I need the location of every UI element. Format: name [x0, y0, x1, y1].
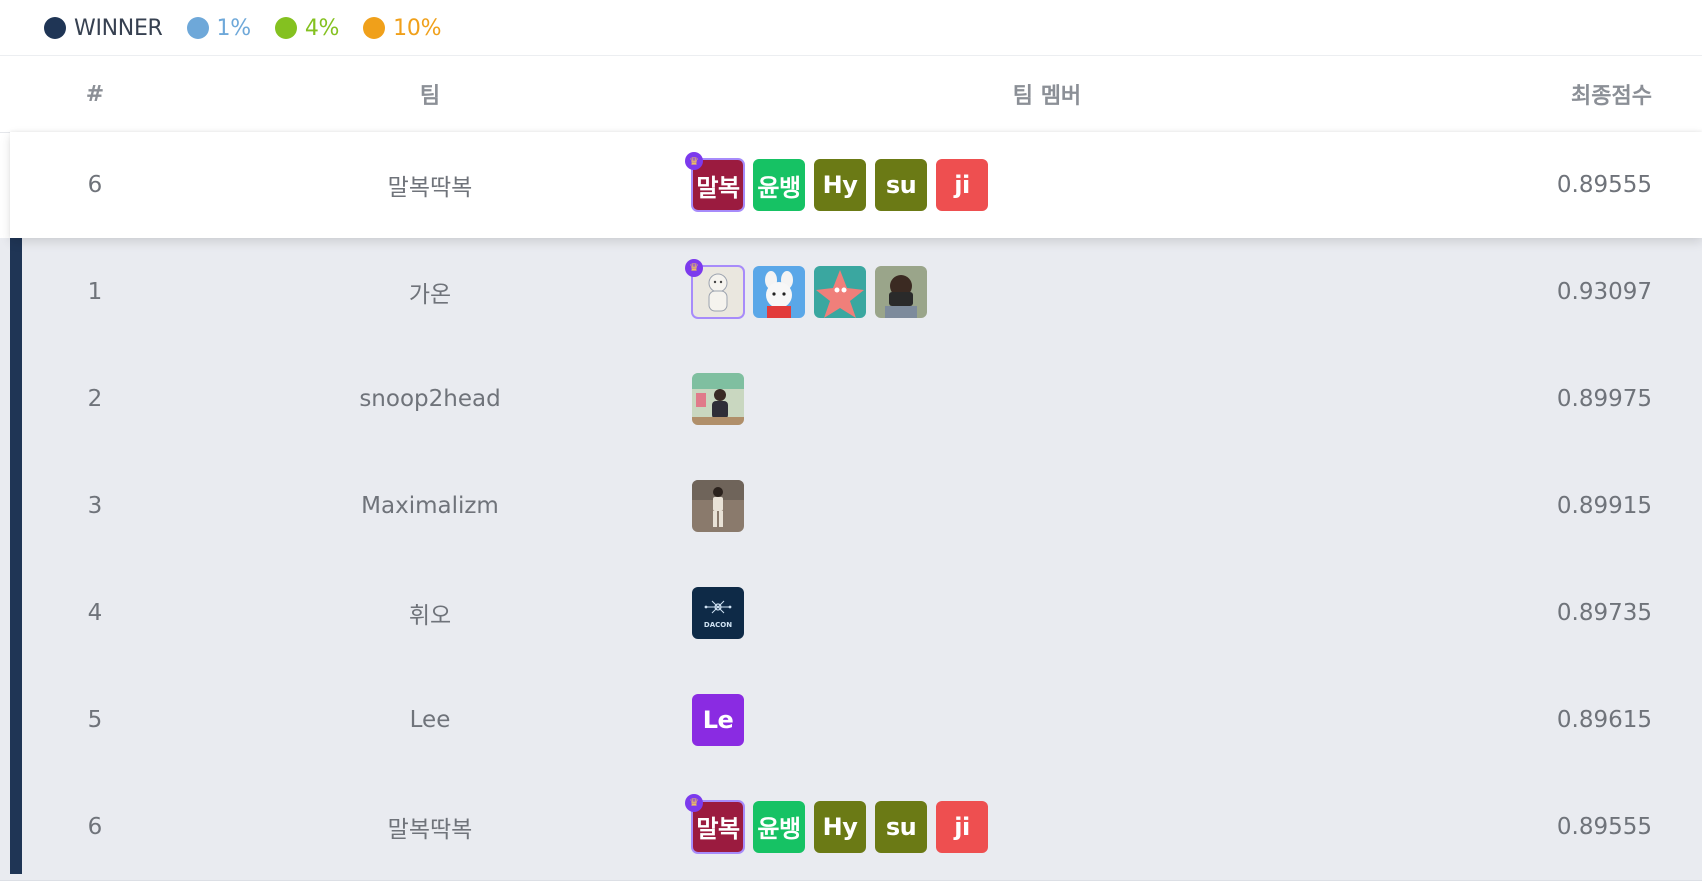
crown-icon: ♛: [685, 258, 703, 277]
member-avatar[interactable]: Le: [692, 693, 744, 746]
legend-label: 1%: [216, 15, 252, 41]
rank-cell: 6: [87, 172, 103, 198]
member-initials: su: [885, 171, 917, 199]
bear-figure-photo-icon[interactable]: ♛: [685, 258, 745, 319]
white-rabbit-photo-icon[interactable]: [753, 265, 805, 318]
top-1-percent-dot-icon: [186, 17, 209, 39]
table-row[interactable]: 1 가온 ♛ 0.93097: [0, 238, 1702, 346]
member-initials: Hy: [822, 812, 858, 841]
legend-top-4-percent: 4%: [274, 15, 340, 41]
table-row[interactable]: 4 휘오 DACON 0.89735: [0, 559, 1702, 667]
team-members: DACON: [692, 559, 1402, 666]
member-initials: Le: [702, 705, 734, 734]
rank-cell: 3: [87, 492, 103, 519]
score-cell: 0.89555: [1556, 813, 1652, 840]
header-team: 팀: [419, 84, 441, 109]
rank-cell: 2: [87, 385, 103, 412]
member-avatar[interactable]: 윤뱅: [753, 800, 805, 853]
top-10-percent-dot-icon: [363, 17, 386, 39]
person-street-photo-icon[interactable]: [692, 372, 744, 425]
score-cell: 0.89555: [1556, 172, 1652, 198]
member-initials: ji: [954, 171, 970, 199]
legend-top-10-percent: 10%: [363, 16, 441, 41]
member-initials: Hy: [822, 171, 858, 199]
winner-indicator-bar: [10, 238, 22, 874]
team-name[interactable]: Lee: [230, 666, 630, 773]
team-members: [692, 452, 1402, 559]
my-team-row[interactable]: 6 말복딱복 ♛ 말복 윤뱅 Hy su ji 0.89555: [10, 132, 1702, 238]
score-cell: 0.89615: [1556, 706, 1652, 733]
legend-label: WINNER: [74, 15, 163, 41]
member-avatar[interactable]: su: [875, 159, 927, 211]
table-row[interactable]: 5 Lee Le 0.89615: [0, 666, 1702, 774]
score-cell: 0.89915: [1556, 492, 1652, 519]
rank-cell: 5: [87, 706, 103, 733]
member-avatar[interactable]: ♛ 말복: [685, 152, 745, 212]
score-cell: 0.89735: [1556, 599, 1652, 626]
member-initials: 말복: [696, 815, 740, 843]
dacon-logo-text: DACON: [704, 621, 732, 629]
header-rank: #: [85, 81, 105, 107]
team-name[interactable]: 말복딱복: [230, 132, 630, 238]
team-name[interactable]: 말복딱복: [230, 773, 630, 880]
legend-label: 4%: [304, 15, 340, 41]
crown-icon: ♛: [685, 793, 703, 812]
legend-label: 10%: [393, 15, 442, 41]
dacon-logo-icon[interactable]: DACON: [692, 586, 744, 639]
team-name[interactable]: snoop2head: [230, 345, 630, 452]
ranking-legend: WINNER 1% 4% 10%: [44, 12, 465, 44]
member-initials: 윤뱅: [757, 815, 801, 843]
table-row[interactable]: 2 snoop2head 0.89975: [0, 345, 1702, 453]
team-members: ♛ 말복 윤뱅 Hy su ji: [685, 132, 1402, 238]
member-avatar[interactable]: su: [875, 800, 927, 853]
member-avatar[interactable]: Hy: [814, 159, 866, 211]
rank-cell: 4: [87, 599, 103, 626]
member-avatar[interactable]: Hy: [814, 800, 866, 853]
team-members: Le: [692, 666, 1402, 773]
member-initials: ji: [954, 812, 970, 841]
member-avatar[interactable]: ji: [936, 159, 988, 211]
team-members: ♛ 말복 윤뱅 Hy su ji: [685, 773, 1402, 880]
member-initials: 말복: [696, 173, 740, 202]
crown-icon: ♛: [685, 152, 703, 170]
header-score: 최종점수: [1571, 84, 1652, 109]
rank-cell: 1: [87, 278, 103, 305]
team-members: [692, 345, 1402, 452]
member-initials: 윤뱅: [757, 173, 801, 202]
score-cell: 0.89975: [1556, 385, 1652, 412]
member-avatar[interactable]: ji: [936, 800, 988, 853]
member-avatar[interactable]: 윤뱅: [753, 159, 805, 211]
team-members: ♛: [685, 238, 1402, 345]
member-initials: su: [885, 812, 917, 841]
team-name[interactable]: Maximalizm: [230, 452, 630, 559]
table-row[interactable]: 6 말복딱복 ♛ 말복 윤뱅 Hy su ji 0.89555: [0, 773, 1702, 881]
header-members: 팀 멤버: [1012, 84, 1082, 109]
leaderboard-header: # 팀 팀 멤버 최종점수: [0, 56, 1702, 133]
legend-top-1-percent: 1%: [186, 15, 252, 41]
standing-person-photo-icon[interactable]: [692, 479, 744, 532]
team-name[interactable]: 휘오: [230, 559, 630, 666]
score-cell: 0.93097: [1556, 278, 1652, 305]
person-with-camera-photo-icon[interactable]: [875, 265, 927, 318]
pink-starfish-photo-icon[interactable]: [814, 265, 866, 318]
legend-winner: WINNER: [44, 16, 163, 41]
rank-cell: 6: [87, 813, 103, 840]
top-4-percent-dot-icon: [274, 17, 297, 39]
winner-dot-icon: [44, 17, 66, 39]
member-avatar[interactable]: ♛ 말복: [685, 793, 745, 854]
team-name[interactable]: 가온: [230, 238, 630, 345]
table-row[interactable]: 3 Maximalizm 0.89915: [0, 452, 1702, 560]
